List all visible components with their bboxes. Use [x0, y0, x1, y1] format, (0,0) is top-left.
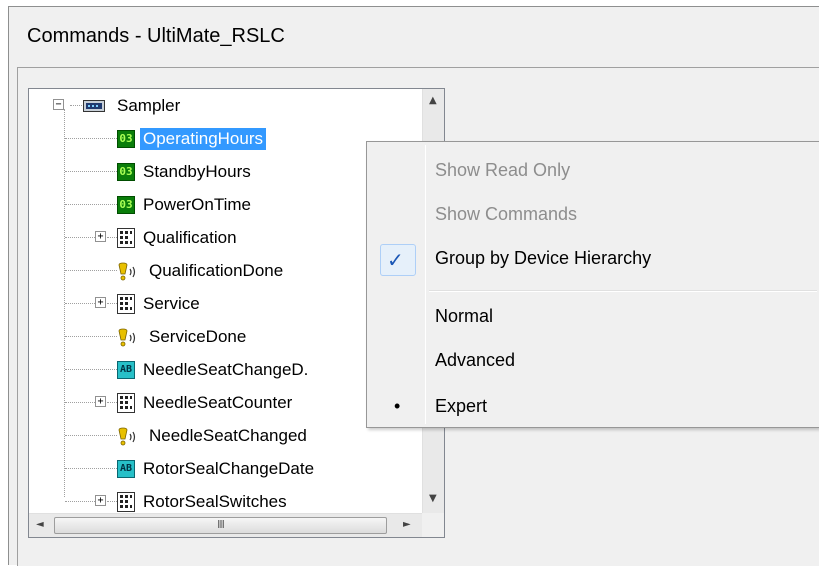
tree-connector — [65, 402, 95, 403]
tree-item[interactable]: NeedleSeatChanged — [117, 419, 307, 452]
tree-item-label: RotorSealSwitches — [143, 491, 287, 511]
tree-connector — [65, 270, 117, 271]
tree-connector — [65, 435, 117, 436]
string-value-icon: AB — [117, 459, 135, 478]
alert-signal-icon — [117, 328, 141, 346]
menu-item-label: Advanced — [435, 350, 516, 370]
menu-separator — [429, 290, 817, 292]
group-grid-icon — [117, 392, 135, 413]
collapse-toggle[interactable]: − — [53, 99, 64, 110]
scroll-left-arrow-icon[interactable]: ◄ — [36, 519, 44, 530]
tree-connector — [65, 204, 117, 205]
tree-item-label: NeedleSeatCounter — [143, 392, 293, 412]
tree-connector — [65, 501, 95, 502]
expand-toggle[interactable]: + — [95, 396, 106, 407]
menu-item-show-commands[interactable]: Show Commands — [370, 194, 818, 238]
tree-connector — [107, 402, 117, 403]
menu-item-show-read-only[interactable]: Show Read Only — [370, 150, 818, 194]
group-grid-icon — [117, 491, 135, 512]
tree-item[interactable]: QualificationDone — [117, 254, 283, 287]
group-grid-icon — [117, 293, 135, 314]
menu-item-expert[interactable]: • Expert — [370, 386, 818, 430]
tree-connector — [70, 105, 82, 106]
tree-connector — [107, 303, 117, 304]
string-value-icon: AB — [117, 360, 135, 379]
window-title: Commands - UltiMate_RSLC — [27, 25, 285, 47]
tree-item-label: StandbyHours — [143, 161, 251, 181]
tree-item-label: OperatingHours — [140, 127, 267, 150]
tree-item[interactable]: 03 PowerOnTime — [117, 188, 251, 221]
tree-connector — [65, 303, 95, 304]
device-icon — [83, 98, 105, 114]
numeric-value-icon: 03 — [117, 129, 135, 148]
tree-item-label: NeedleSeatChangeD. — [143, 359, 309, 379]
context-menu: Show Read Only Show Commands ✓ Group by … — [366, 141, 819, 428]
tree-root-sampler[interactable]: Sampler — [83, 89, 180, 122]
menu-item-label: Normal — [435, 306, 494, 326]
tree-item-label: ServiceDone — [149, 326, 247, 346]
menu-item-label: Show Commands — [435, 204, 578, 224]
menu-item-normal[interactable]: Normal — [370, 296, 818, 340]
tree-item-label: PowerOnTime — [143, 194, 252, 214]
tree-item[interactable]: Service — [117, 287, 200, 320]
tree-connector — [65, 468, 117, 469]
menu-item-advanced[interactable]: Advanced — [370, 340, 818, 384]
numeric-value-icon: 03 — [117, 162, 135, 181]
tree-connector — [65, 336, 117, 337]
group-grid-icon — [117, 227, 135, 248]
tree-connector — [107, 501, 117, 502]
tree-item-label: Qualification — [143, 227, 237, 247]
numeric-value-icon: 03 — [117, 195, 135, 214]
radio-bullet-icon: • — [394, 396, 401, 416]
scroll-corner — [422, 513, 444, 537]
menu-item-label: Expert — [435, 396, 488, 416]
tree-item[interactable]: Qualification — [117, 221, 237, 254]
tree-item-label: QualificationDone — [149, 260, 284, 280]
tree-item-label: Service — [143, 293, 200, 313]
scroll-right-arrow-icon[interactable]: ► — [403, 519, 411, 530]
tree-connector — [107, 237, 117, 238]
menu-item-label: Group by Device Hierarchy — [435, 248, 652, 268]
expand-toggle[interactable]: + — [95, 495, 106, 506]
tree-connector — [65, 171, 117, 172]
scroll-down-arrow-icon[interactable]: ▼ — [429, 493, 437, 504]
expand-toggle[interactable]: + — [95, 231, 106, 242]
tree-item[interactable]: AB RotorSealChangeDate — [117, 452, 314, 485]
expand-toggle[interactable]: + — [95, 297, 106, 308]
menu-item-group-by-device-hierarchy[interactable]: ✓ Group by Device Hierarchy — [370, 238, 818, 282]
tree-item[interactable]: ServiceDone — [117, 320, 246, 353]
tree-item-label: NeedleSeatChanged — [149, 425, 307, 445]
horizontal-scroll-thumb[interactable]: III — [54, 517, 387, 534]
tree-item[interactable]: NeedleSeatCounter — [117, 386, 292, 419]
scroll-up-arrow-icon[interactable]: ▲ — [429, 95, 437, 106]
menu-item-label: Show Read Only — [435, 160, 571, 180]
tree-item-label: RotorSealChangeDate — [143, 458, 315, 478]
tree-item[interactable]: AB NeedleSeatChangeD. — [117, 353, 308, 386]
horizontal-scrollbar[interactable]: ◄ III ► — [29, 513, 422, 537]
tree-item[interactable]: 03 OperatingHours — [117, 122, 267, 155]
tree-item[interactable]: RotorSealSwitches — [117, 485, 287, 513]
checkmark-icon: ✓ — [387, 250, 404, 272]
tree-item[interactable]: 03 StandbyHours — [117, 155, 251, 188]
tree-connector — [65, 369, 117, 370]
tree-item-label: Sampler — [117, 95, 181, 115]
alert-signal-icon — [117, 262, 141, 280]
tree-connector — [65, 138, 117, 139]
tree-view[interactable]: − Sampler 03 OperatingHours 03 StandbyHours… — [29, 89, 422, 513]
alert-signal-icon — [117, 427, 141, 445]
tree-connector — [65, 237, 95, 238]
title-bar[interactable]: Commands - UltiMate_RSLC — [9, 7, 819, 67]
